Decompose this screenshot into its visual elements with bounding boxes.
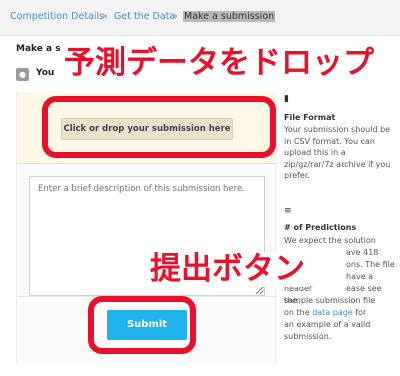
page-title: Make a s (16, 44, 61, 54)
predictions-line-2: ave 418 (346, 248, 379, 257)
drop-annotation-label: 予測データをドロップ (62, 45, 376, 81)
file-format-text: Your submission should be in CSV format.… (284, 125, 391, 180)
predictions-line-3: ons. The file (346, 260, 395, 269)
predictions-line-7: on the data page for (284, 307, 396, 319)
list-icon: ≡ (284, 206, 292, 216)
predictions-line: We expect the solution (284, 236, 376, 245)
info-icon: ● (16, 68, 29, 81)
breadcrumb: Competition Details » Get the Data » Mak… (0, 0, 400, 36)
predictions-line-7-prefix: on the (284, 308, 310, 317)
breadcrumb-current: Make a submission (183, 11, 276, 22)
submit-highlight-box (88, 296, 196, 354)
step-label: You (36, 68, 55, 78)
file-icon: ▮ (284, 94, 289, 104)
predictions-title: # of Predictions (284, 223, 357, 232)
predictions-line-9: submission. (284, 332, 332, 341)
submit-annotation-label: 提出ボタン (146, 252, 309, 287)
breadcrumb-separator: » (102, 11, 108, 22)
file-format-title: File Format (284, 113, 336, 122)
breadcrumb-separator: » (172, 11, 178, 22)
data-page-link[interactable]: data page (312, 308, 353, 317)
breadcrumb-get-the-data[interactable]: Get the Data (114, 11, 175, 22)
predictions-line-8: an example of a valid (284, 320, 371, 329)
predictions-line-7-suffix: for (355, 308, 367, 317)
drop-highlight-box (42, 96, 276, 158)
predictions-line-6: sample submission file (284, 296, 376, 305)
breadcrumb-competition-details[interactable]: Competition Details (10, 11, 104, 22)
